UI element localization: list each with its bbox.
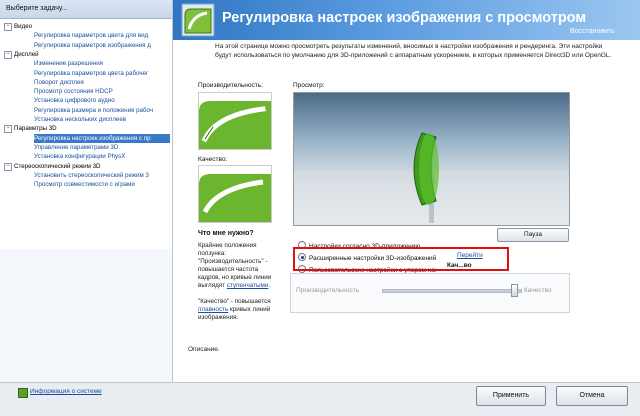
tree-item[interactable]: Регулировка размера и положения рабоч — [34, 106, 170, 115]
tree-item[interactable]: Установка цифрового аудио — [34, 96, 170, 105]
system-info-link[interactable]: Информация о системе — [30, 388, 102, 395]
page-title: Регулировка настроек изображения с просм… — [222, 10, 587, 26]
tree-item[interactable]: Регулировка настроек изображения с пр — [34, 133, 170, 143]
nvidia-icon — [18, 388, 28, 398]
go-to-link[interactable]: Перейти — [457, 252, 483, 259]
apply-button[interactable]: Применить — [476, 386, 546, 406]
performance-preview-image — [198, 92, 272, 150]
tree-item[interactable]: Регулировка параметров цвета для вид — [34, 31, 170, 40]
restore-link[interactable]: Восстановить — [570, 28, 615, 35]
tree-item[interactable]: Управление параметрами 3D — [34, 143, 170, 152]
tree-expander-icon[interactable]: − — [4, 162, 12, 171]
quality-emphasis-text: Кач...вo — [447, 262, 472, 269]
jagged-link[interactable]: ступенчатыми — [227, 282, 269, 289]
tree-item[interactable]: Просмотр совместимости с играми — [34, 180, 170, 189]
task-panel-title: Выберите задачу... — [6, 5, 68, 12]
tree-item[interactable]: Поворот дисплея — [34, 78, 170, 87]
tree-category[interactable]: Дисплей — [14, 50, 170, 59]
cancel-button[interactable]: Отмена — [556, 386, 628, 406]
tree-category[interactable]: Видео — [14, 22, 170, 31]
quality-slider-track[interactable] — [382, 289, 522, 293]
preview-label: Просмотр: — [293, 82, 325, 89]
description-label: Описание. — [188, 346, 220, 353]
tree-item[interactable]: Установка нескольких дисплеев — [34, 115, 170, 124]
task-tree: − Видео Регулировка параметров цвета для в… — [0, 19, 172, 249]
tree-item[interactable]: Регулировка параметров цвета рабочег — [34, 69, 170, 78]
tree-item[interactable]: Установка конфигурации PhysX — [34, 152, 170, 161]
help-text: Крайние положения ползунка: "Производите… — [198, 242, 273, 322]
performance-label: Производительность: — [198, 82, 263, 89]
nvidia-3d-icon — [181, 3, 215, 37]
slider-right-label: Качество — [524, 287, 552, 294]
page-description: На этой странице можно просмотреть резул… — [215, 43, 612, 59]
tree-item[interactable]: Просмотр состояния HDCP — [34, 87, 170, 96]
tree-expander-icon[interactable]: − — [4, 50, 12, 59]
tree-item[interactable]: Установить стереоскопический режим 3 — [34, 171, 170, 180]
quality-preview-image — [198, 165, 272, 223]
red-highlight-box — [293, 247, 509, 271]
task-panel-header: Выберите задачу... — [0, 0, 172, 19]
3d-preview-viewport — [293, 92, 570, 226]
tree-item[interactable]: Регулировка параметров изображения д — [34, 41, 170, 50]
pause-button[interactable]: Пауза — [497, 228, 569, 242]
tree-item[interactable]: Изменение разрешения — [34, 59, 170, 68]
slider-left-label: Производительность — [296, 287, 360, 294]
tree-expander-icon[interactable]: − — [4, 125, 12, 134]
help-paragraph-1: Крайние положения ползунка: "Производите… — [198, 242, 272, 289]
tree-expander-icon[interactable]: − — [4, 23, 12, 31]
help-paragraph-2: "Качество" - повышается плавность кривых… — [198, 298, 271, 321]
tree-category[interactable]: Параметры 3D — [14, 124, 170, 133]
quality-label: Качество: — [198, 156, 228, 163]
smoothness-link[interactable]: плавность — [198, 306, 228, 313]
tree-category[interactable]: Стереоскопический режим 3D — [14, 162, 170, 171]
help-title: Что мне нужно? — [198, 230, 254, 237]
quality-slider-thumb[interactable] — [511, 284, 519, 297]
